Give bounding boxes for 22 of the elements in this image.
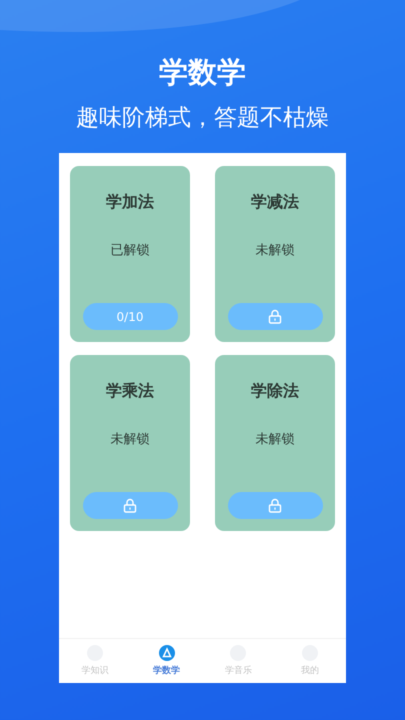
page-subtitle: 趣味阶梯式，答题不枯燥 — [76, 104, 329, 133]
lesson-card[interactable]: 学乘法 未解锁 — [70, 355, 190, 531]
locked-button[interactable] — [228, 492, 322, 519]
lesson-title: 学除法 — [251, 381, 299, 402]
page-title: 学数学 — [159, 54, 246, 91]
lesson-status: 未解锁 — [256, 431, 294, 448]
lesson-status: 未解锁 — [110, 431, 150, 448]
lesson-card[interactable]: 学加法 已解锁 0/10 — [70, 166, 190, 342]
locked-button[interactable] — [228, 303, 322, 330]
lesson-status: 已解锁 — [110, 242, 150, 259]
lesson-card[interactable]: 学减法 未解锁 — [215, 166, 335, 342]
locked-button[interactable] — [82, 492, 178, 519]
lock-icon — [123, 498, 137, 513]
lock-icon — [268, 498, 282, 513]
lock-icon — [268, 309, 282, 324]
lesson-title: 学减法 — [251, 192, 299, 213]
tab-item[interactable]: 学数学 — [130, 639, 202, 683]
lesson-status: 未解锁 — [256, 242, 294, 259]
lesson-card[interactable]: 学除法 未解锁 — [215, 355, 335, 531]
lesson-title: 学加法 — [106, 192, 154, 213]
progress-button[interactable]: 0/10 — [82, 303, 178, 330]
lesson-title: 学乘法 — [106, 381, 154, 402]
